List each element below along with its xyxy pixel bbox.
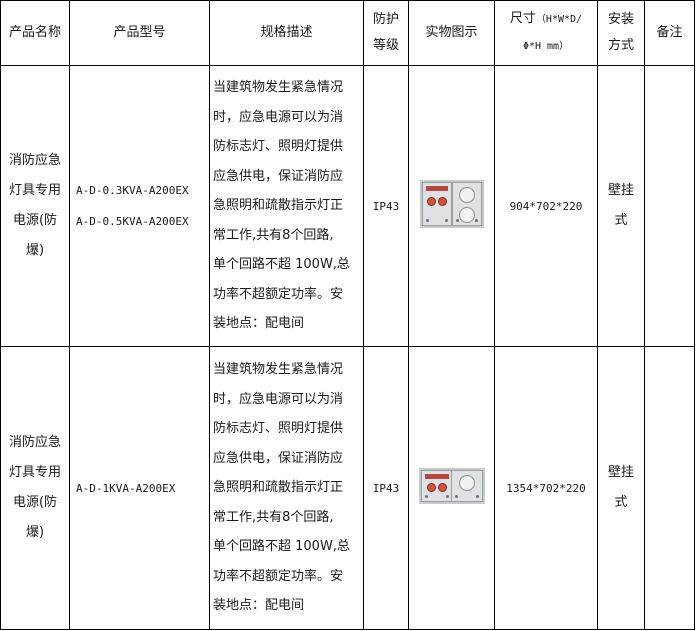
header-protection-level: 防护 等级 xyxy=(363,0,409,66)
size-cell: 904*702*220 xyxy=(494,65,598,347)
header-size: 尺寸（H*W*D/ Φ*H mm） xyxy=(494,0,598,66)
header-note: 备注 xyxy=(644,0,695,66)
protection-level-cell: IP43 xyxy=(363,65,409,347)
size-cell: 1354*702*220 xyxy=(494,346,598,630)
product-photo xyxy=(418,468,485,504)
header-row: 产品名称 产品型号 规格描述 防护 等级 实物图示 尺寸（H*W*D/ Φ*H m… xyxy=(0,0,695,66)
header-spec-desc: 规格描述 xyxy=(209,0,364,66)
protection-level-cell: IP43 xyxy=(363,346,409,630)
note-cell xyxy=(644,65,695,347)
header-product-model: 产品型号 xyxy=(69,0,210,66)
product-photo xyxy=(419,180,484,228)
product-model-cell: A-D-1KVA-A200EX xyxy=(69,346,210,630)
product-name-cell: 消防应急 灯具专用 电源(防 爆) xyxy=(0,346,70,630)
mount-method-cell: 壁挂式 xyxy=(597,65,645,347)
table-row: 消防应急 灯具专用 电源(防 爆) A-D-1KVA-A200EX 当建筑物发生紧急… xyxy=(0,346,695,630)
table-row: 消防应急 灯具专用 电源(防 爆) A-D-0.3KVA-A200EX A-D-0.5… xyxy=(0,65,695,347)
header-photo: 实物图示 xyxy=(408,0,495,66)
product-name-cell: 消防应急 灯具专用 电源(防 爆) xyxy=(0,65,70,347)
mount-method-cell: 壁挂式 xyxy=(597,346,645,630)
product-photo-cell xyxy=(408,346,495,630)
note-cell xyxy=(644,346,695,630)
header-mount-method: 安装 方式 xyxy=(597,0,645,66)
spec-desc-cell: 当建筑物发生紧急情况 时，应急电源可以为消 防标志灯、照明灯提供 应急供电，保证消防… xyxy=(209,65,364,347)
spec-desc-cell: 当建筑物发生紧急情况 时，应急电源可以为消 防标志灯、照明灯提供 应急供电，保证消防… xyxy=(209,346,364,630)
product-spec-table: 产品名称 产品型号 规格描述 防护 等级 实物图示 尺寸（H*W*D/ Φ*H m… xyxy=(0,0,695,630)
product-model-cell: A-D-0.3KVA-A200EX A-D-0.5KVA-A200EX xyxy=(69,65,210,347)
header-product-name: 产品名称 xyxy=(0,0,70,66)
product-photo-cell xyxy=(408,65,495,347)
